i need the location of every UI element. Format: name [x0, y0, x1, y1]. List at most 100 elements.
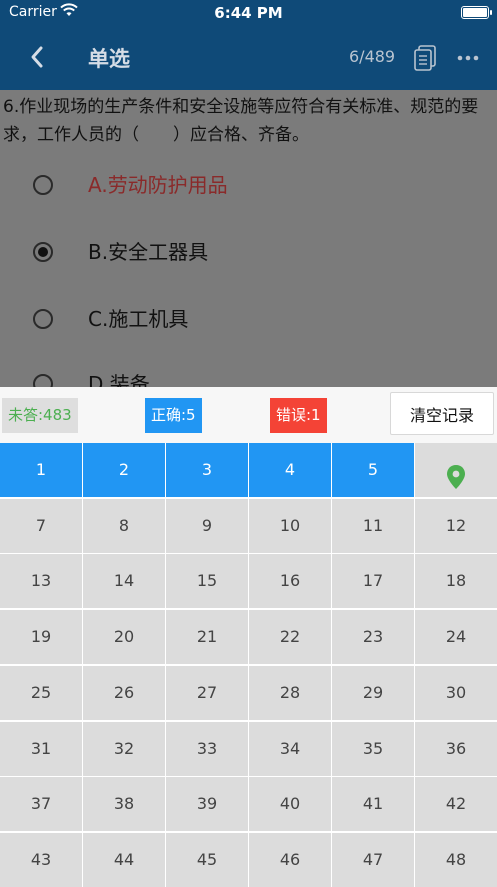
question-cell[interactable]: 30	[415, 666, 497, 720]
cell-number: 34	[279, 739, 301, 758]
question-cell[interactable]: 47	[332, 833, 414, 887]
question-cell[interactable]: 1	[0, 443, 82, 497]
option-b[interactable]: B.安全工器具	[0, 234, 497, 274]
clear-records-button[interactable]: 清空记录	[390, 392, 494, 435]
question-counter: 6/489	[349, 47, 396, 66]
cell-number: 28	[279, 683, 301, 702]
question-text: 6.作业现场的生产条件和安全设施等应符合有关标准、规范的要求，工作人员的（ ）应…	[3, 97, 479, 145]
cell-number: 27	[196, 683, 218, 702]
cell-number: 14	[113, 571, 135, 590]
question-cell[interactable]: 33	[166, 722, 248, 776]
question-cell[interactable]: 41	[332, 777, 414, 831]
cell-number: 19	[30, 627, 52, 646]
question-cell[interactable]: 9	[166, 499, 248, 553]
question-cell[interactable]: 11	[332, 499, 414, 553]
option-c[interactable]: C.施工机具	[0, 301, 497, 341]
question-cell[interactable]: 12	[415, 499, 497, 553]
question-cell[interactable]: 24	[415, 610, 497, 664]
back-button[interactable]	[24, 42, 54, 72]
cell-number: 36	[445, 739, 467, 758]
cell-number: 32	[113, 739, 135, 758]
question-cell[interactable]: 29	[332, 666, 414, 720]
question-cell[interactable]: 48	[415, 833, 497, 887]
question-cell[interactable]: 36	[415, 722, 497, 776]
question-cell[interactable]: 16	[249, 554, 331, 608]
question-cell[interactable]: 18	[415, 554, 497, 608]
cell-number: 41	[362, 794, 384, 813]
cell-number: 33	[196, 739, 218, 758]
question-cell[interactable]: 5	[332, 443, 414, 497]
cell-number: 29	[362, 683, 384, 702]
current-question-cell[interactable]	[415, 443, 497, 497]
question-cell[interactable]: 34	[249, 722, 331, 776]
question-cell[interactable]: 15	[166, 554, 248, 608]
cell-number: 11	[362, 516, 384, 535]
radio-icon	[33, 175, 53, 195]
question-cell[interactable]: 39	[166, 777, 248, 831]
chevron-left-icon	[31, 46, 43, 68]
stats-bar: 未答:483 正确:5 错误:1 清空记录	[0, 387, 497, 443]
question-cell[interactable]: 10	[249, 499, 331, 553]
cell-number: 38	[113, 794, 135, 813]
question-cell[interactable]: 42	[415, 777, 497, 831]
question-cell[interactable]: 31	[0, 722, 82, 776]
question-cell[interactable]: 8	[83, 499, 165, 553]
option-d[interactable]: D.装备	[0, 366, 497, 387]
question-cell[interactable]: 22	[249, 610, 331, 664]
question-cell[interactable]: 37	[0, 777, 82, 831]
cell-number: 37	[30, 794, 52, 813]
radio-icon	[33, 309, 53, 329]
question-cell[interactable]: 26	[83, 666, 165, 720]
cell-number: 48	[445, 850, 467, 869]
question-cell[interactable]: 40	[249, 777, 331, 831]
question-grid: 1 2 3 4 5 7 8 9 10 11 12 13 14 15 16 17 18 19 20 21 22 23 24 25…	[0, 443, 497, 887]
cell-number: 21	[196, 627, 218, 646]
wrong-count: 错误:1	[270, 398, 327, 433]
option-label: A.劳动防护用品	[88, 173, 228, 197]
cell-number: 10	[279, 516, 301, 535]
cell-number: 26	[113, 683, 135, 702]
radio-icon	[33, 374, 53, 387]
question-cell[interactable]: 19	[0, 610, 82, 664]
question-cell[interactable]: 44	[83, 833, 165, 887]
cell-number: 35	[362, 739, 384, 758]
cell-number: 46	[279, 850, 301, 869]
question-cell[interactable]: 38	[83, 777, 165, 831]
question-cell[interactable]: 46	[249, 833, 331, 887]
cell-number: 12	[445, 516, 467, 535]
clock: 6:44 PM	[214, 4, 283, 22]
option-label: B.安全工器具	[88, 240, 209, 264]
question-cell[interactable]: 35	[332, 722, 414, 776]
question-cell[interactable]: 2	[83, 443, 165, 497]
cell-number: 43	[30, 850, 52, 869]
question-cell[interactable]: 27	[166, 666, 248, 720]
question-cell[interactable]: 3	[166, 443, 248, 497]
cell-number: 20	[113, 627, 135, 646]
answer-sheet: 未答:483 正确:5 错误:1 清空记录 1 2 3 4 5 7 8 9 10 11 12 13 14…	[0, 387, 497, 887]
cell-number: 22	[279, 627, 301, 646]
question-cell[interactable]: 28	[249, 666, 331, 720]
option-label: D.装备	[88, 372, 150, 387]
cell-number: 30	[445, 683, 467, 702]
answer-sheet-icon[interactable]	[413, 45, 437, 75]
more-icon[interactable]	[456, 48, 480, 72]
cell-number: 17	[362, 571, 384, 590]
question-cell[interactable]: 17	[332, 554, 414, 608]
cell-number: 24	[445, 627, 467, 646]
question-cell[interactable]: 21	[166, 610, 248, 664]
question-cell[interactable]: 43	[0, 833, 82, 887]
question-cell[interactable]: 7	[0, 499, 82, 553]
question-cell[interactable]: 14	[83, 554, 165, 608]
option-a[interactable]: A.劳动防护用品	[0, 167, 497, 207]
cell-number: 4	[284, 460, 296, 479]
cell-number: 47	[362, 850, 384, 869]
question-cell[interactable]: 45	[166, 833, 248, 887]
question-cell[interactable]: 25	[0, 666, 82, 720]
unanswered-count: 未答:483	[2, 398, 78, 433]
question-cell[interactable]: 32	[83, 722, 165, 776]
question-cell[interactable]: 4	[249, 443, 331, 497]
cell-number: 44	[113, 850, 135, 869]
question-cell[interactable]: 20	[83, 610, 165, 664]
question-cell[interactable]: 23	[332, 610, 414, 664]
question-cell[interactable]: 13	[0, 554, 82, 608]
